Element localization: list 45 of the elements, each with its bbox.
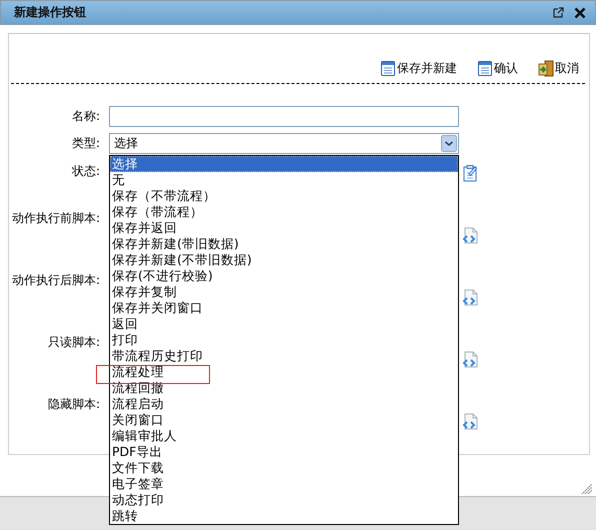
dropdown-option[interactable]: 打印 bbox=[110, 332, 458, 348]
document-icon bbox=[477, 60, 493, 76]
door-arrow-icon bbox=[538, 60, 554, 76]
dropdown-option[interactable]: 无 bbox=[110, 172, 458, 188]
field-label: 名称: bbox=[70, 108, 100, 125]
dropdown-option[interactable]: 流程启动 bbox=[110, 396, 458, 412]
field-label: 动作执行后脚本: bbox=[10, 272, 100, 288]
field-label: 只读脚本: bbox=[46, 334, 100, 350]
code-file-icon[interactable] bbox=[462, 351, 478, 368]
popout-icon[interactable] bbox=[553, 7, 564, 18]
window-title: 新建操作按钮 bbox=[14, 4, 87, 21]
dropdown-option[interactable]: 保存（不带流程） bbox=[110, 188, 458, 204]
name-input-field[interactable] bbox=[109, 106, 459, 127]
code-file-icon[interactable] bbox=[462, 289, 478, 306]
dropdown-option[interactable]: 返回 bbox=[110, 316, 458, 332]
dropdown-option[interactable]: 选择 bbox=[110, 156, 458, 172]
dropdown-option[interactable]: 带流程历史打印 bbox=[110, 348, 458, 364]
field-label: 类型: bbox=[70, 135, 100, 152]
field-label: 动作执行前脚本: bbox=[10, 210, 100, 226]
close-icon[interactable] bbox=[574, 6, 586, 18]
dropdown-option[interactable]: 保存(不进行校验) bbox=[110, 268, 458, 284]
dropdown-option[interactable]: 电子签章 bbox=[110, 476, 458, 492]
toolbar-button[interactable]: 确认 bbox=[477, 58, 518, 78]
field-label: 状态: bbox=[70, 163, 100, 180]
type-select[interactable]: 选择 bbox=[109, 133, 459, 154]
dropdown-option[interactable]: 保存并复制 bbox=[110, 284, 458, 300]
code-file-icon[interactable] bbox=[462, 413, 478, 430]
dropdown-option[interactable]: 保存并新建(带旧数据) bbox=[110, 236, 458, 252]
dropdown-option[interactable]: 关闭窗口 bbox=[110, 412, 458, 428]
field-label: 隐藏脚本: bbox=[46, 396, 100, 412]
dropdown-option[interactable]: PDF导出 bbox=[110, 444, 458, 460]
dropdown-option[interactable]: 保存并返回 bbox=[110, 220, 458, 236]
dropdown-option[interactable]: 保存并新建(不带旧数据) bbox=[110, 252, 458, 268]
toolbar-button[interactable]: 取消 bbox=[538, 58, 579, 78]
dropdown-option[interactable]: 流程处理 bbox=[110, 364, 458, 380]
resize-grip-icon[interactable] bbox=[581, 483, 592, 494]
toolbar-button[interactable]: 保存并新建 bbox=[380, 58, 457, 78]
dropdown-option[interactable]: 保存并关闭窗口 bbox=[110, 300, 458, 316]
dropdown-option[interactable]: 动态打印 bbox=[110, 492, 458, 508]
code-file-icon[interactable] bbox=[462, 227, 478, 244]
dropdown-option[interactable]: 文件下载 bbox=[110, 460, 458, 476]
dropdown-option[interactable]: 编辑审批人 bbox=[110, 428, 458, 444]
clipboard-edit-icon[interactable] bbox=[462, 164, 478, 182]
document-icon bbox=[380, 60, 396, 76]
dropdown-option[interactable]: 保存（带流程） bbox=[110, 204, 458, 220]
